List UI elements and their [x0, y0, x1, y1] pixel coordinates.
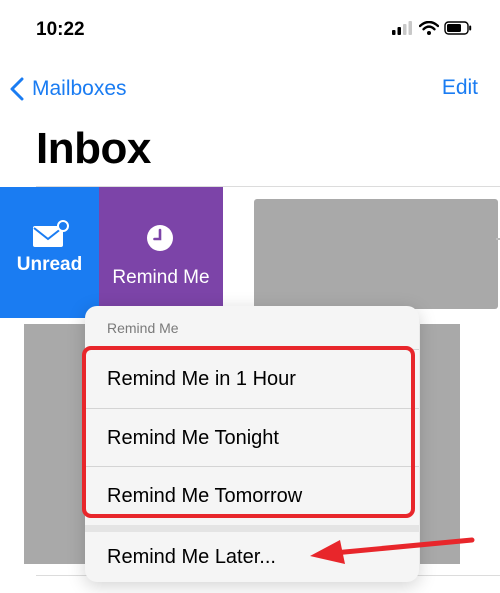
- envelope-badge-icon: [33, 220, 69, 247]
- chevron-left-icon: [10, 77, 24, 101]
- mailboxes-back-button[interactable]: Mailboxes: [10, 74, 127, 104]
- row-edge-marker: [496, 238, 500, 240]
- redacted-message-avatar: [24, 324, 86, 564]
- unread-swipe-action[interactable]: Unread: [0, 187, 99, 318]
- annotation-highlight-box: [82, 346, 415, 518]
- unread-label: Unread: [16, 254, 83, 275]
- annotation-arrow-icon: [310, 537, 475, 564]
- clock-icon: [147, 225, 173, 251]
- page-title: Inbox: [36, 124, 151, 173]
- redacted-message-preview: [254, 199, 498, 309]
- remind-me-label: Remind Me: [112, 267, 210, 288]
- battery-icon: [444, 21, 472, 35]
- edit-button[interactable]: Edit: [442, 76, 478, 100]
- cellular-signal-icon: [392, 21, 412, 35]
- status-time: 10:22: [36, 19, 85, 40]
- menu-header: Remind Me: [107, 320, 179, 336]
- remind-me-swipe-action[interactable]: Remind Me: [99, 187, 223, 318]
- wifi-icon: [419, 21, 439, 35]
- redacted-message-preview: [420, 324, 460, 564]
- back-button-label: Mailboxes: [32, 77, 127, 100]
